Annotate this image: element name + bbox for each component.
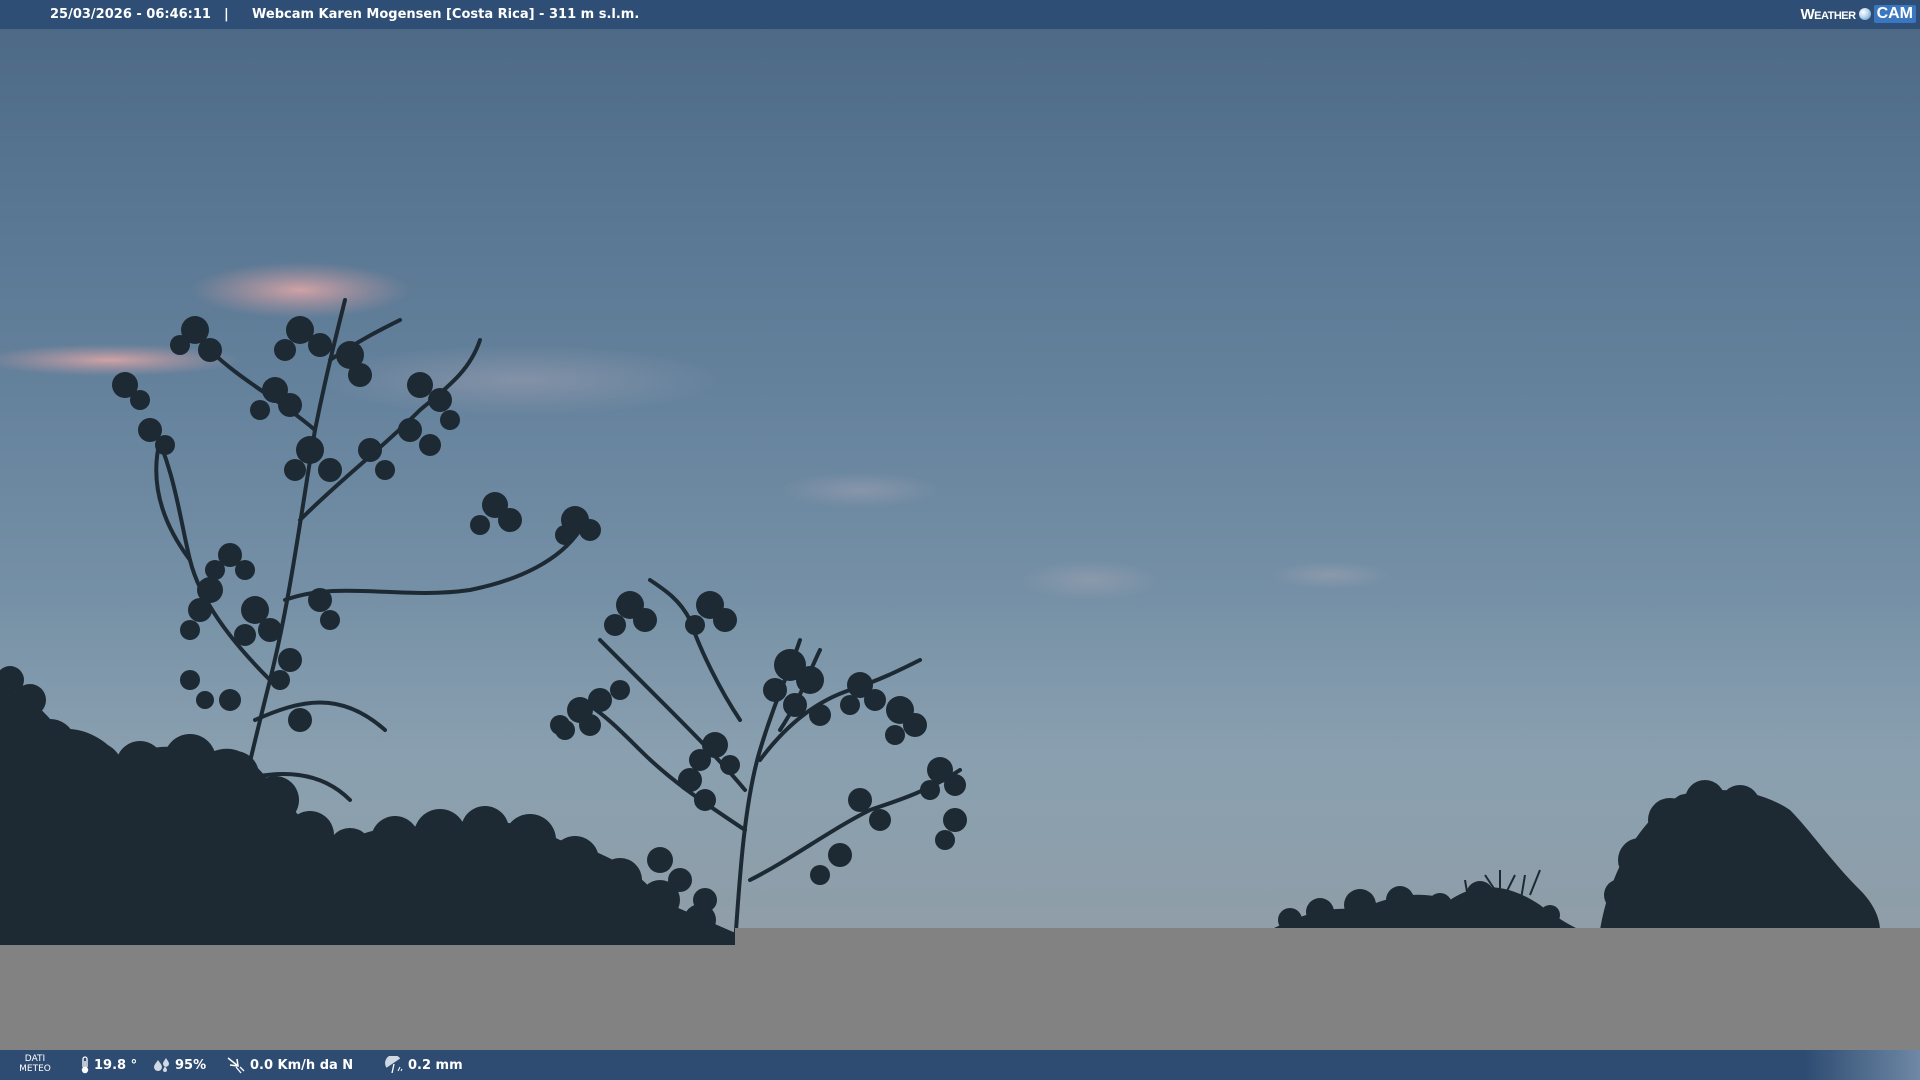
clouds: [0, 262, 1390, 600]
brand-weather-text: Weather: [1800, 5, 1856, 23]
umbrella-rain-icon: [385, 1056, 403, 1074]
temperature-reading: 19.8 °: [80, 1050, 137, 1080]
rain-value: 0.2 mm: [408, 1057, 463, 1073]
rain-reading: 0.2 mm: [384, 1050, 463, 1080]
weather-data-bar: DATI METEO 19.8 ° 95% 0.0 Km/h da N 0.2 …: [0, 1050, 1920, 1080]
humidity-reading: 95%: [153, 1050, 206, 1080]
header-separator: |: [224, 7, 229, 22]
weather-data-label: DATI METEO: [18, 1054, 52, 1074]
capture-datetime: 25/03/2026 - 06:46:11: [50, 7, 211, 22]
thermometer-icon: [81, 1056, 89, 1074]
wind-value: 0.0 Km/h da N: [250, 1057, 354, 1073]
wind-icon: [227, 1057, 245, 1074]
weathercam-logo[interactable]: Weather CAM: [1800, 3, 1916, 25]
temperature-value: 19.8 °: [94, 1057, 138, 1073]
header-bar: 25/03/2026 - 06:46:11 | Webcam Karen Mog…: [0, 0, 1920, 29]
foreground-vegetation: [0, 666, 740, 945]
weather-data-label-line1: DATI: [24, 1054, 46, 1064]
webcam-title: Webcam Karen Mogensen [Costa Rica] - 311…: [252, 7, 640, 22]
webcam-scene: [0, 262, 1880, 947]
gray-overlay-band: [0, 945, 1920, 1050]
humidity-value: 95%: [175, 1057, 207, 1073]
globe-icon: [1858, 8, 1871, 20]
right-treeline: [1270, 780, 1880, 932]
brand-cam-text: CAM: [1873, 5, 1916, 23]
drops-icon: [154, 1058, 169, 1072]
wind-reading: 0.0 Km/h da N: [226, 1050, 353, 1080]
weather-data-label-line2: METEO: [19, 1064, 51, 1074]
